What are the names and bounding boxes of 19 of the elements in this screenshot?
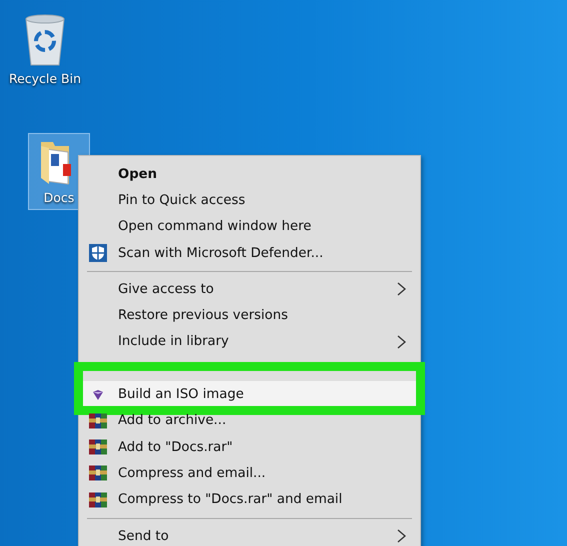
- menu-item[interactable]: Open command window here: [79, 214, 420, 240]
- gem-icon: [93, 390, 103, 400]
- archive-books-icon: [89, 438, 107, 456]
- archive-books-icon: [89, 412, 107, 430]
- shield-icon: [89, 244, 107, 262]
- menu-item[interactable]: Restore previous versions: [79, 302, 420, 329]
- menu-item[interactable]: Add to "Docs.rar": [79, 434, 420, 460]
- menu-item[interactable]: Include in library: [79, 328, 420, 356]
- menu-item[interactable]: Give access to: [79, 276, 420, 302]
- icon-label: Docs: [44, 190, 74, 205]
- menu-item[interactable]: Compress and email...: [79, 460, 420, 487]
- menu-item[interactable]: Send to: [79, 522, 420, 546]
- archive-books-icon: [89, 464, 107, 482]
- archive-books-icon: [89, 491, 107, 508]
- icon-label: Recycle Bin: [8, 71, 82, 86]
- menu-item[interactable]: Add to archive...: [79, 408, 420, 434]
- desktop-icon[interactable]: Recycle Bin: [10, 8, 80, 91]
- menu-item[interactable]: Scan with Microsoft Defender...: [79, 240, 420, 266]
- menu-item[interactable]: Compress to "Docs.rar" and email: [79, 486, 420, 513]
